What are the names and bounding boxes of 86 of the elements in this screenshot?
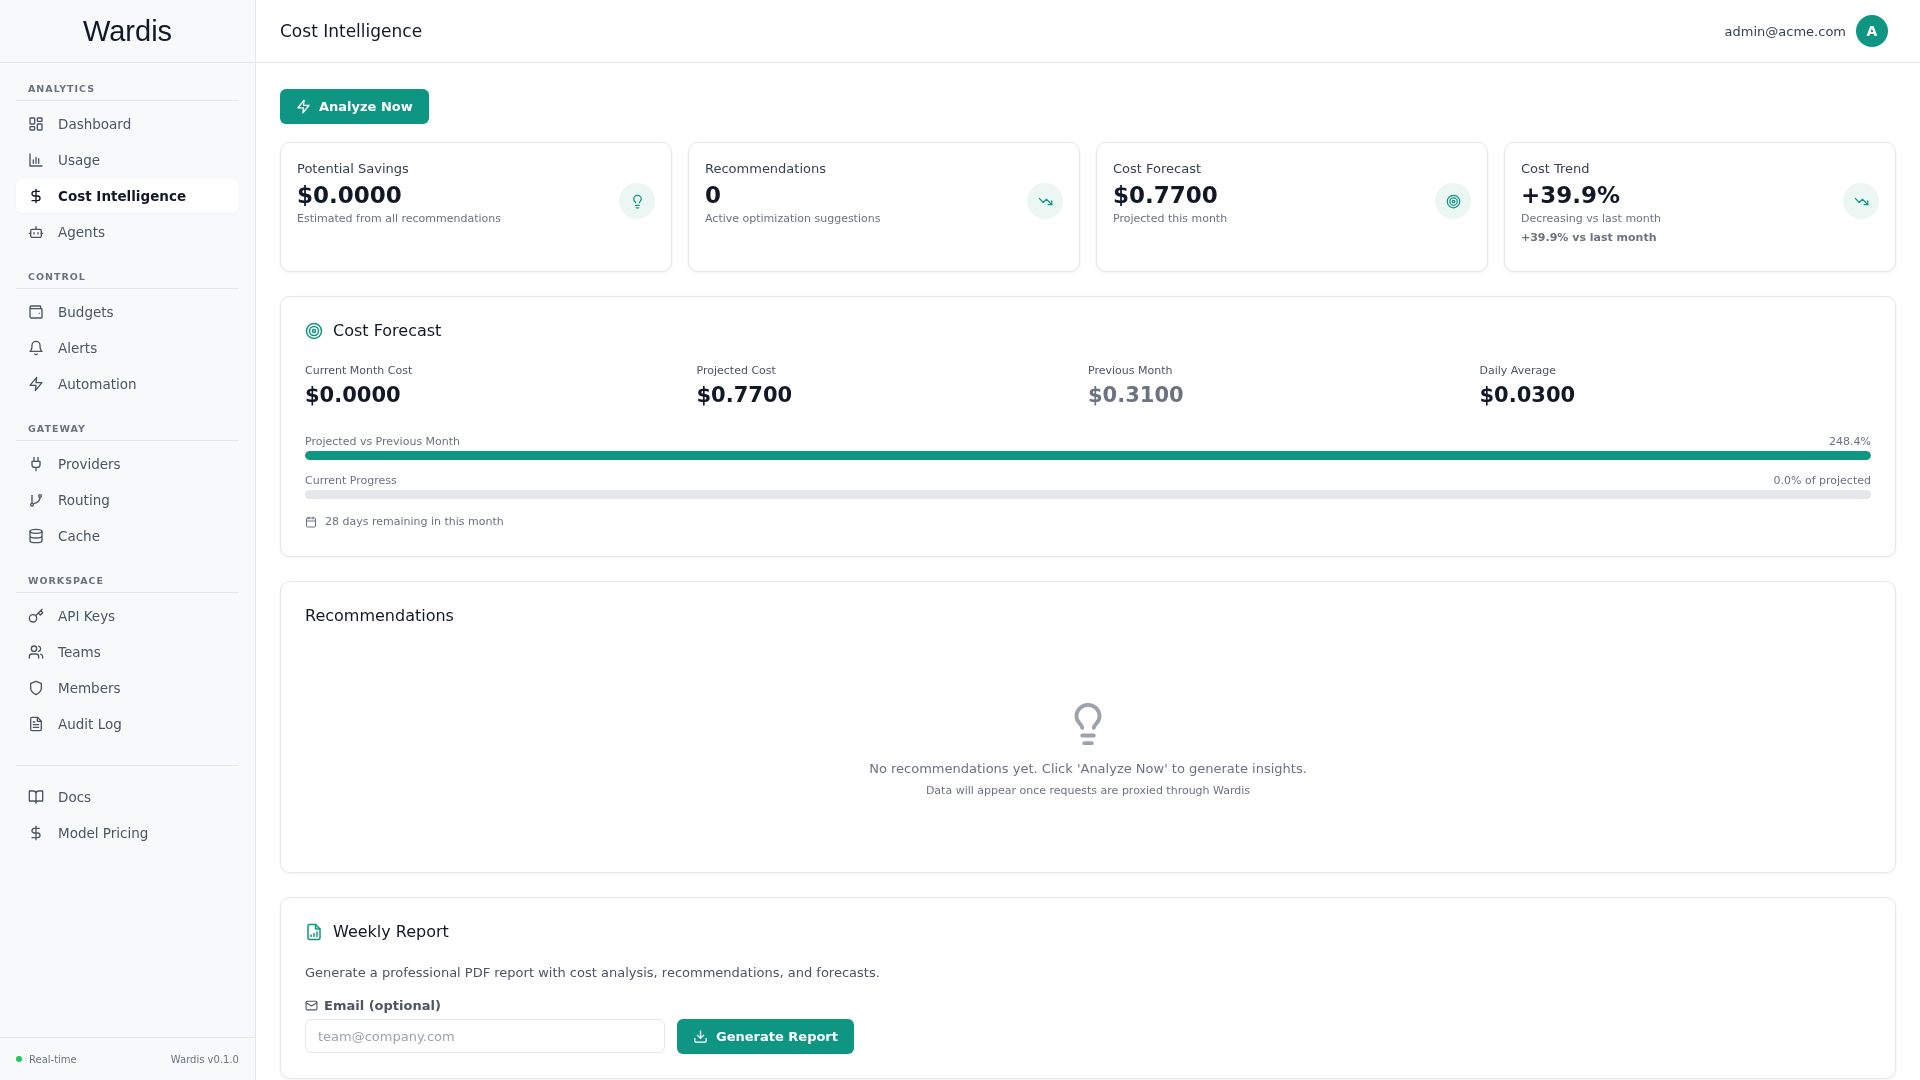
sidebar-item[interactable]: Providers [16,447,239,481]
stat-note: +39.9% vs last month [1521,231,1658,244]
remaining-text: 28 days remaining in this month [325,515,504,528]
stat-title: Recommendations [705,161,827,176]
book-icon [28,789,44,805]
status-text: Real-time [29,1053,77,1065]
metric-label: Current Month Cost [305,364,414,377]
generate-report-button[interactable]: Generate Report [677,1019,854,1054]
database-icon [28,528,44,544]
robot-icon [28,224,44,240]
bar-reading: 248.4% [1829,435,1871,448]
calendar-icon [305,515,317,528]
report-icon [305,922,323,941]
stat-title: Cost Forecast [1113,161,1203,176]
target-icon [305,321,323,340]
sidebar-item[interactable]: Members [16,671,239,705]
key-icon [28,608,44,624]
section-heading: GATEWAY [28,423,86,434]
users-icon [28,644,44,660]
wallet-icon [28,304,44,320]
plug-icon [28,456,44,472]
bell-icon [28,340,44,356]
dashboard-icon [28,116,44,132]
metric-label: Previous Month [1088,364,1174,377]
bar-reading: 0.0% of projected [1773,474,1871,487]
stat-caption: Projected this month [1113,212,1228,225]
sidebar-item[interactable]: Teams [16,635,239,669]
bar-chart-icon [28,152,44,168]
sidebar-item[interactable]: Automation [16,367,239,401]
empty-message: No recommendations yet. Click 'Analyze Now' to generate insights. [869,761,1307,776]
bar-label: Current Progress [305,474,397,487]
sidebar-item[interactable]: Budgets [16,295,239,329]
section-heading: ANALYTICS [28,83,96,94]
dollar-icon [28,188,44,204]
mail-icon [305,999,318,1012]
metric-label: Daily Average [1479,364,1557,377]
sidebar-item[interactable]: Docs [16,780,239,814]
card-title: Cost Forecast [333,321,442,340]
section-heading: WORKSPACE [28,575,104,586]
metric-value: $0.0300 [1479,383,1577,407]
status-dot [16,1056,22,1062]
stat-value: +39.9% [1521,182,1622,208]
stat-value: 0 [705,182,722,208]
sidebar-item[interactable]: Dashboard [16,107,239,141]
metric-value: $0.7700 [696,383,794,407]
card-title: Weekly Report [333,922,449,941]
sidebar-item[interactable]: API Keys [16,599,239,633]
lightning-icon [296,99,311,114]
lightning-icon [28,376,44,392]
stat-caption: Decreasing vs last month [1521,212,1662,225]
user-avatar[interactable]: A [1856,15,1888,47]
branch-icon [28,492,44,508]
shield-icon [28,680,44,696]
analyze-button[interactable]: Analyze Now [280,89,429,124]
download-icon [693,1029,708,1044]
dollar-icon [28,825,44,841]
email-field[interactable]: team@company.com [305,1019,665,1053]
sidebar-item[interactable]: Cost Intelligence [16,179,239,213]
sidebar-item[interactable]: Audit Log [16,707,239,741]
stat-value: $0.7700 [1113,182,1219,208]
section-heading: CONTROL [28,271,86,282]
stat-caption: Estimated from all recommendations [297,212,502,225]
sidebar-item[interactable]: Agents [16,215,239,249]
empty-hint: Data will appear once requests are proxied through Wardis [925,784,1251,797]
target-icon [1445,193,1461,209]
stat-value: $0.0000 [297,182,403,208]
sidebar-item[interactable]: Usage [16,143,239,177]
card-title: Recommendations [305,606,455,625]
sidebar-item[interactable]: Cache [16,519,239,553]
sidebar-item[interactable]: Model Pricing [16,816,239,850]
app-logo: Wardis [0,0,255,63]
document-icon [28,716,44,732]
stat-title: Cost Trend [1521,161,1591,176]
stat-caption: Active optimization suggestions [705,212,881,225]
sidebar-item[interactable]: Alerts [16,331,239,365]
sidebar-item[interactable]: Routing [16,483,239,517]
metric-value: $0.3100 [1088,383,1185,407]
field-label: Email (optional) [324,998,441,1013]
user-email: admin@acme.com [1724,23,1846,39]
metric-label: Projected Cost [696,364,777,377]
bar-label: Projected vs Previous Month [305,435,461,448]
page-title: Cost Intelligence [280,21,423,41]
report-description: Generate a professional PDF report with cost analysis, recommendations, and forecasts. [305,965,881,980]
stat-title: Potential Savings [297,161,410,176]
version-text: Wardis v0.1.0 [170,1053,239,1065]
metric-value: $0.0000 [305,383,402,407]
